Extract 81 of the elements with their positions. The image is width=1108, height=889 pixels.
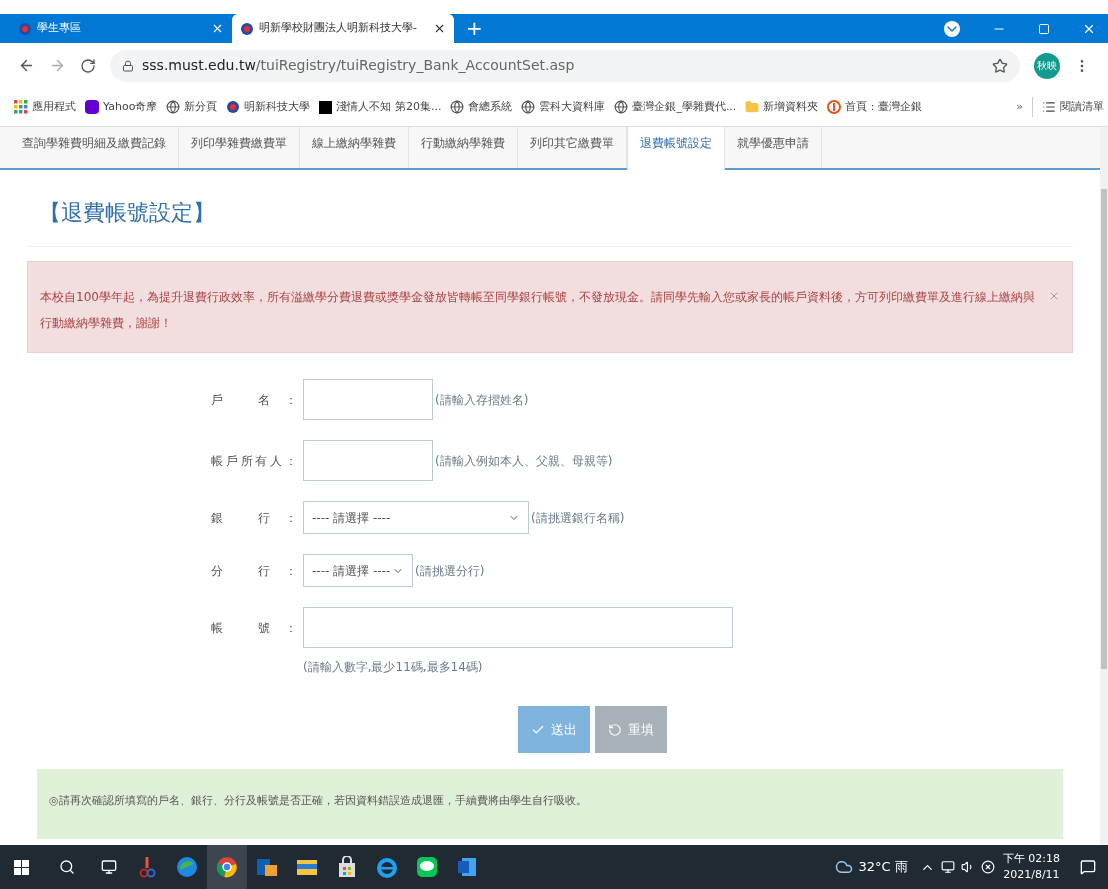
bookmark[interactable]: 明新科技大學 (226, 98, 311, 116)
scissors-icon[interactable] (138, 856, 156, 878)
field-hint: (請挑選分行) (415, 562, 485, 580)
back-icon[interactable] (18, 57, 35, 74)
school-logo-icon (18, 21, 32, 36)
error-icon[interactable] (980, 860, 995, 874)
nav-tab[interactable]: 線上繳納學雜費 (300, 127, 409, 168)
bookmark[interactable]: 淺情人不知 第20集... (319, 98, 442, 116)
network-icon[interactable] (940, 860, 955, 874)
tab-search-icon[interactable] (944, 20, 960, 37)
page-heading: 【退費帳號設定】 (39, 199, 216, 227)
school-logo-icon (240, 21, 254, 36)
lock-icon (122, 59, 134, 72)
scrollbar[interactable] (1100, 127, 1108, 845)
bookmark[interactable]: 雲科大資料庫 (521, 98, 606, 116)
nav-tab[interactable]: 查詢學雜費明細及繳費記錄 (10, 127, 179, 168)
square-logo-icon (319, 100, 333, 114)
close-icon[interactable] (433, 22, 446, 35)
search-icon[interactable] (59, 859, 75, 875)
shopping-bag-icon[interactable] (337, 856, 357, 878)
nav-tab[interactable]: 列印學雜費繳費單 (179, 127, 300, 168)
list-icon (1042, 100, 1056, 114)
clock-time: 下午 02:18 (1002, 851, 1060, 867)
rain-cloud-icon (834, 858, 853, 876)
windows-start-icon[interactable] (14, 859, 29, 875)
bookmark[interactable]: 應用程式 (14, 98, 76, 116)
globe-icon (614, 100, 629, 114)
field-label: 銀 行： (211, 509, 297, 527)
note-text: ◎請再次確認所填寫的戶名、銀行、分行及帳號是否正確，若因資料錯誤造成退匯，手續費將由學生自行吸收。 (49, 793, 588, 809)
field-hint: (請輸入例如本人、父親、母親等) (435, 452, 613, 470)
address-bar[interactable]: sss.must.edu.tw/tuiRegistry/tuiRegistry_Bank_AccountSet.asp (110, 49, 1020, 82)
new-tab-button[interactable]: + (454, 14, 495, 43)
url-text: sss.must.edu.tw/tuiRegistry/tuiRegistry_Bank_AccountSet.asp (142, 56, 575, 75)
browser-tab[interactable]: 明新學校財團法人明新科技大學- (232, 14, 454, 43)
chrome-icon[interactable] (216, 856, 238, 878)
notifications-icon[interactable] (1080, 859, 1096, 875)
more-bookmarks-button[interactable]: » (1016, 98, 1023, 116)
clock[interactable]: 下午 02:18 2021/8/11 (1002, 851, 1060, 883)
text-field[interactable] (303, 607, 733, 648)
weather-text[interactable]: 32°C 雨 (858, 857, 908, 877)
tab-title: 明新學校財團法人明新科技大學- (259, 20, 418, 37)
nav-tab[interactable]: 就學優惠申請 (725, 127, 822, 168)
field-hint: (請挑選銀行名稱) (531, 509, 625, 527)
bookmark[interactable]: 新分頁 (166, 98, 218, 116)
bookmark[interactable]: 臺灣企銀_學雜費代... (614, 98, 737, 116)
apps-grid-icon (14, 100, 28, 114)
field-label: 帳 號： (211, 619, 297, 637)
field-label: 帳戶所有人： (211, 452, 297, 470)
field-label: 分 行： (211, 562, 297, 580)
field-hint: (請輸入存摺姓名) (435, 391, 529, 409)
browser-e-icon[interactable] (376, 856, 398, 878)
maximize-icon[interactable] (1038, 22, 1050, 35)
bookmark[interactable]: 首頁 : 臺灣企銀 (827, 98, 923, 116)
word-app-icon[interactable] (457, 857, 477, 877)
bookmark[interactable]: Yahoo奇摩 (85, 98, 158, 116)
nav-tab[interactable]: 退費帳號設定 (627, 127, 725, 170)
reading-list-button[interactable]: 閱讀清單 (1042, 98, 1104, 116)
yahoo-logo-icon (85, 100, 99, 114)
dropdown[interactable]: ---- 請選擇 ---- (303, 554, 413, 587)
field-hint: (請輸入數字,最少11碼,最多14碼) (303, 659, 484, 676)
taskbar-app[interactable] (207, 845, 247, 889)
mail-app-icon[interactable] (256, 856, 278, 878)
clock-date: 2021/8/11 (1003, 867, 1060, 883)
nav-tab[interactable]: 行動繳納學雜費 (409, 127, 518, 168)
text-field[interactable] (303, 440, 433, 481)
bookmark[interactable]: 會總系統 (450, 98, 513, 116)
bookmark[interactable]: 新增資料夾 (745, 98, 819, 116)
text-field[interactable] (303, 379, 433, 420)
undo-icon (607, 722, 622, 737)
globe-icon (521, 100, 536, 114)
school-logo-icon (226, 100, 241, 114)
bookmark-star-icon[interactable] (992, 57, 1008, 74)
reload-icon[interactable] (80, 57, 96, 74)
globe-icon (166, 100, 181, 114)
field-label: 戶 名： (211, 391, 297, 409)
globe-icon (450, 100, 465, 114)
dropdown[interactable]: ---- 請選擇 ---- (303, 501, 529, 534)
tab-title: 學生專區 (37, 20, 82, 37)
task-view-icon[interactable] (101, 859, 117, 875)
alert-message: 本校自100學年起，為提升退費行政效率，所有溢繳學分費退費或獎學金發放皆轉帳至同學銀行帳號，不發放現金。請同學先輸入您或家長的帳戶資料後，方可列印繳費單及進行線上繳納與行動繳納學雜費，謝謝！ (40, 289, 1036, 332)
chat-app-icon[interactable] (416, 856, 438, 878)
